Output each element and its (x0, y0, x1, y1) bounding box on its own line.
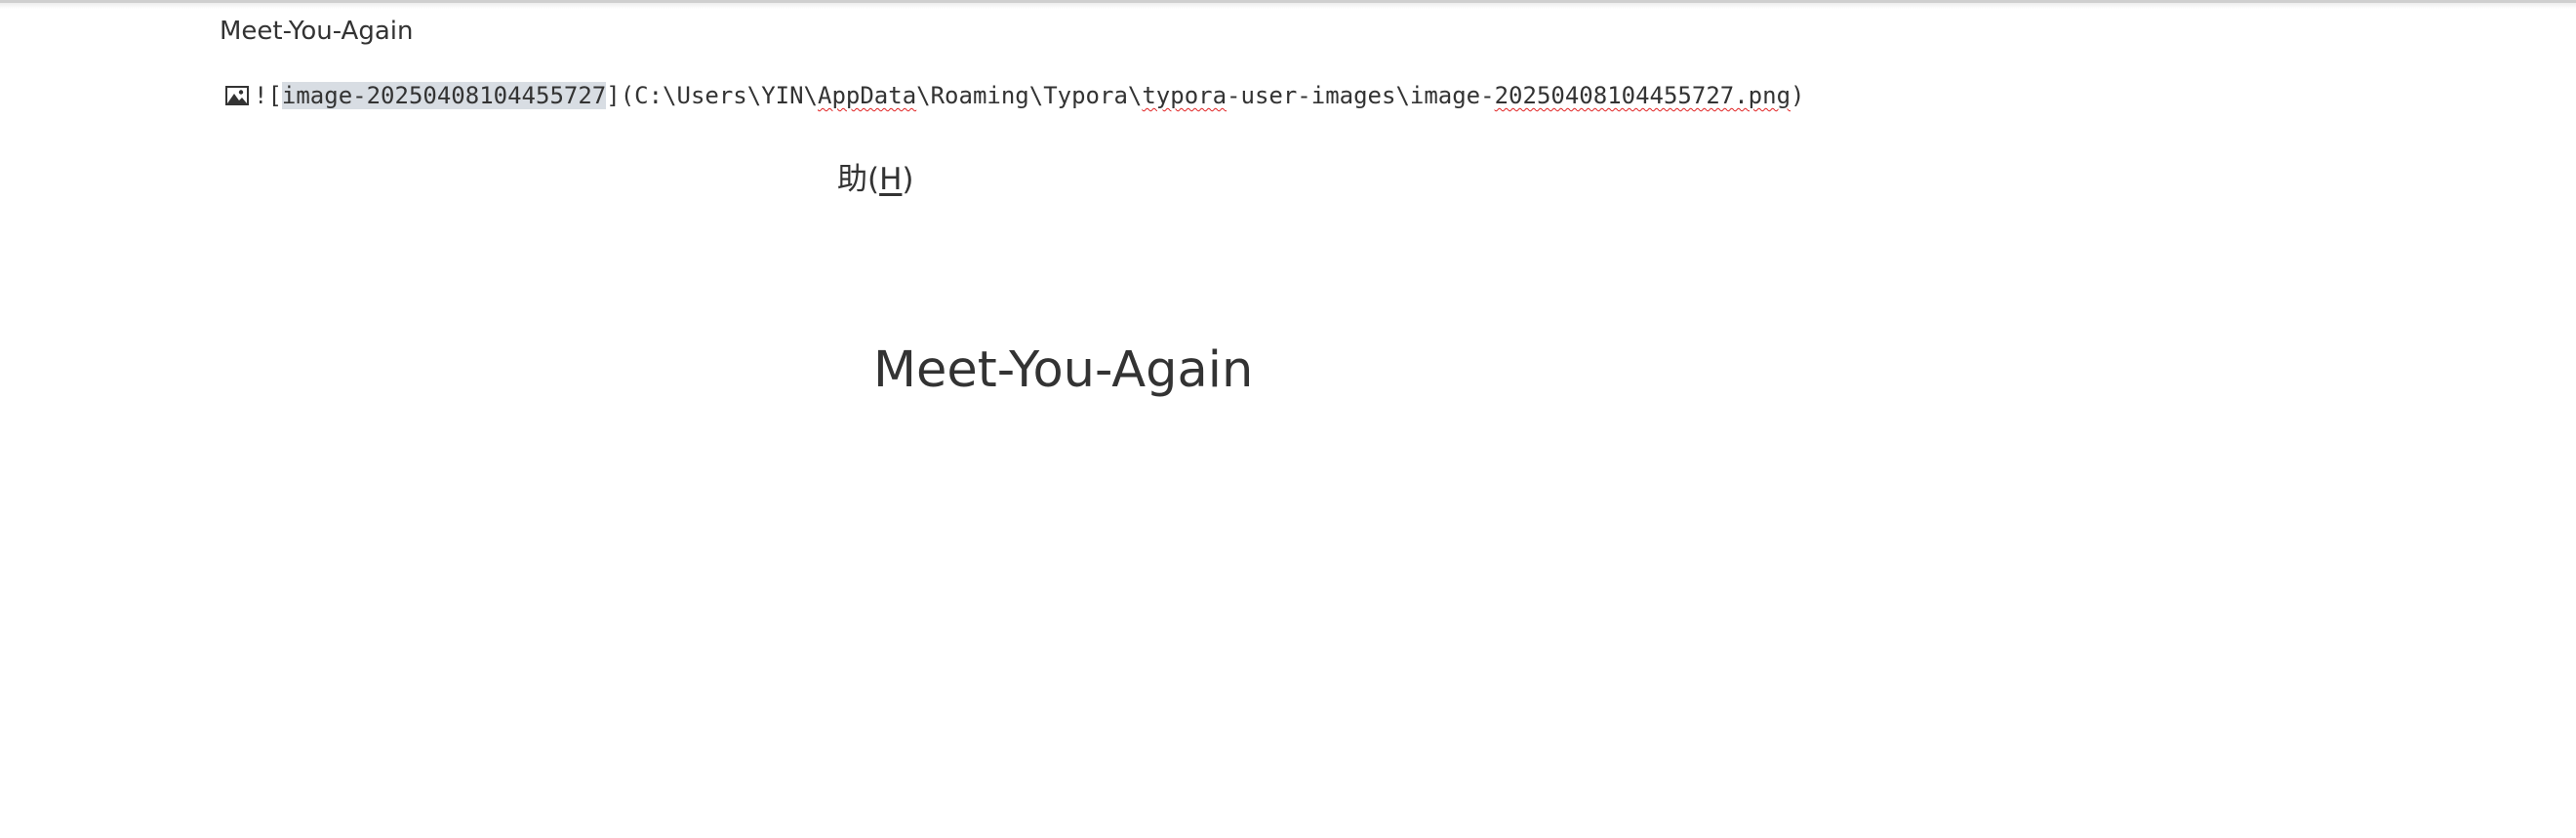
path-segment: C:\Users\YIN\ (634, 82, 818, 109)
markdown-close-bracket: ]( (606, 82, 635, 109)
markdown-close-paren: ) (1791, 82, 1805, 109)
editor-window: Meet-You-Again ![ image-2025040810445572… (0, 0, 2576, 838)
path-segment-misspelled: AppData (818, 82, 917, 109)
top-shadow (0, 3, 2576, 9)
path-segment: -user-images\image- (1227, 82, 1495, 109)
menu-fragment-prefix: 助( (837, 162, 880, 197)
path-segment-misspelled: typora (1142, 82, 1228, 109)
image-alt-text[interactable]: image-20250408104455727 (281, 82, 607, 109)
path-segment-misspelled: 20250408104455727.png (1494, 82, 1791, 109)
heading-title: Meet-You-Again (873, 341, 1254, 399)
image-icon (224, 83, 250, 108)
help-menu-fragment[interactable]: 助(H) (837, 154, 914, 198)
markdown-image-line[interactable]: ![ image-20250408104455727 ]( C:\Users\Y… (224, 78, 1804, 113)
menu-fragment-suffix: ) (902, 162, 914, 197)
document-title: Meet-You-Again (220, 17, 414, 46)
path-segment: \Roaming\Typora\ (916, 82, 1143, 109)
markdown-open-bracket: ![ (254, 82, 282, 109)
menu-mnemonic: H (879, 162, 903, 197)
